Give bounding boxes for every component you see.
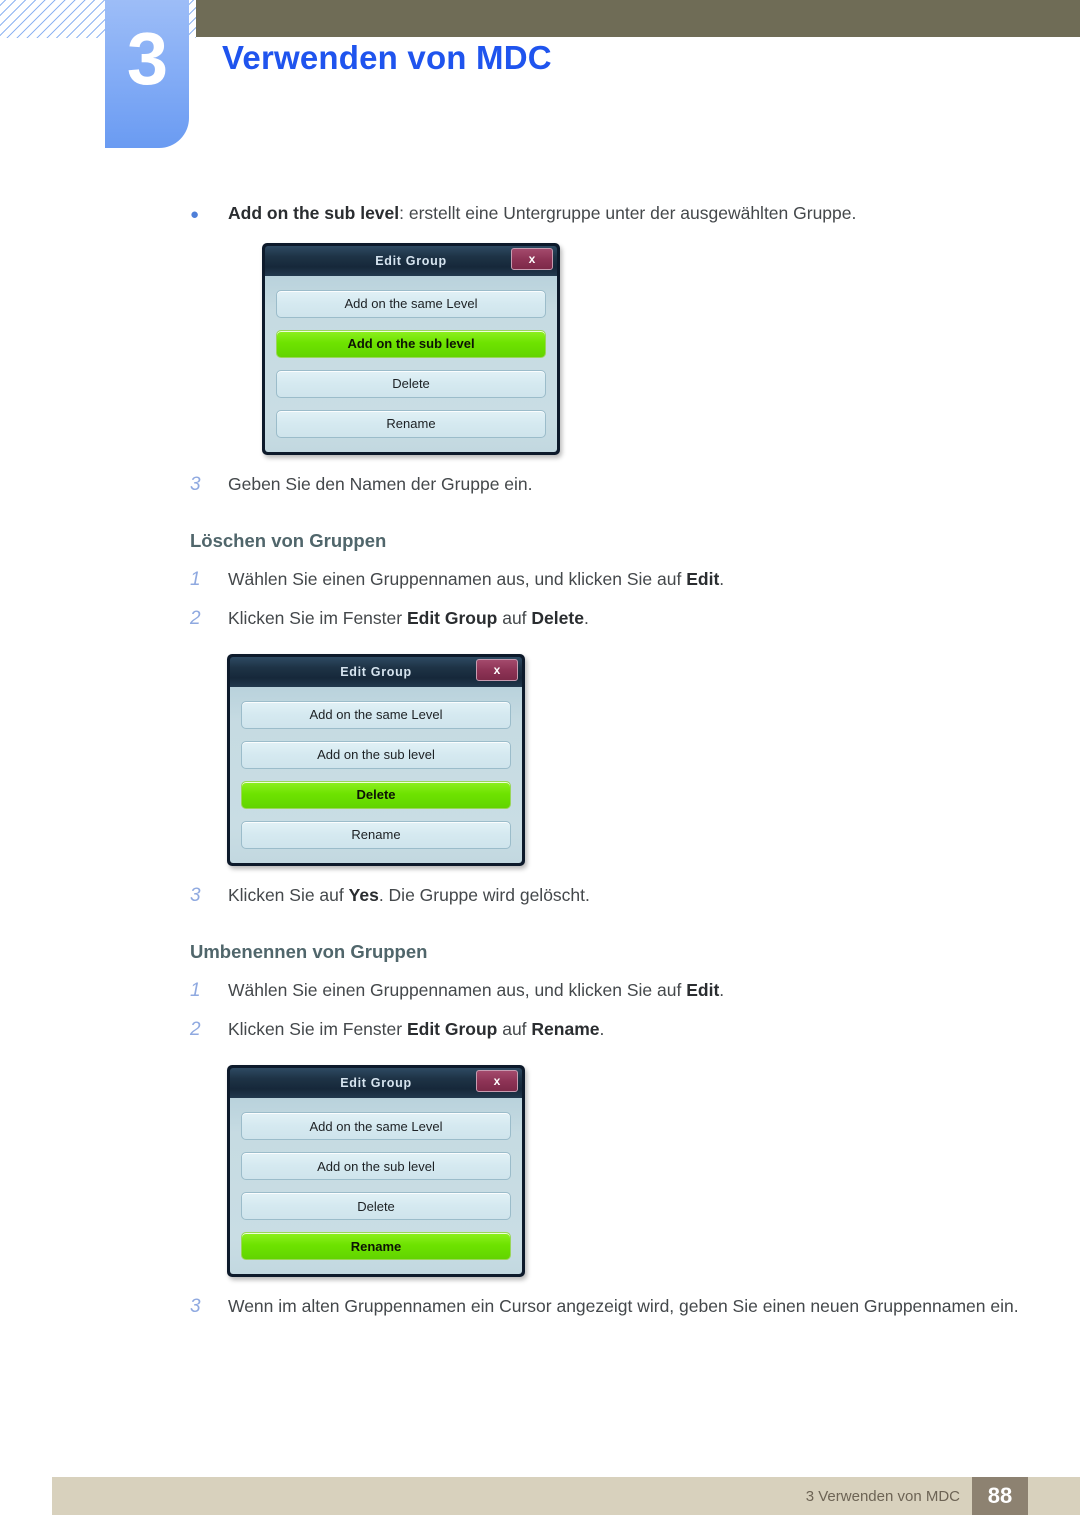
dialog-title: Edit Group [340,664,412,679]
button-rename[interactable]: Rename [276,409,546,438]
step-text-post: . [599,1019,605,1040]
section-heading-rename: Umbenennen von Gruppen [190,941,428,962]
button-delete[interactable]: Delete [241,780,511,809]
step-text-post: . [583,607,589,628]
dialog-wrapper-1: Edit Group x Add on the same Level Add o… [0,242,1080,455]
dialog-body: Add on the same Level Add on the sub lev… [265,275,557,452]
step-number: 1 [190,568,201,590]
step-number: 3 [190,473,201,495]
close-icon[interactable]: x [476,658,518,681]
chapter-tab: 3 [105,0,189,148]
button-rename[interactable]: Rename [241,1232,511,1261]
close-icon[interactable]: x [476,1070,518,1093]
step-row-delete-3: 3 Klicken Sie auf Yes. Die Gruppe wird g… [190,876,1030,915]
bullet-item-add-sub-level: ● Add on the sub level: erstellt eine Un… [190,200,1040,227]
step-text-pre: Wählen Sie einen Gruppennamen aus, und k… [228,568,687,589]
step-row-rename-3: 3 Wenn im alten Gruppennamen ein Cursor … [190,1287,1030,1326]
dialog-body: Add on the same Level Add on the sub lev… [230,686,522,863]
footer-chapter-label: 3 Verwenden von MDC [805,1487,960,1505]
step-row-delete-1: 1 Wählen Sie einen Gruppennamen aus, und… [190,560,1030,599]
step-text-bold2: Rename [531,1019,600,1040]
button-delete[interactable]: Delete [241,1192,511,1221]
header-bar [196,0,1080,37]
step-number: 2 [190,1019,201,1041]
step-text-bold: Yes [348,884,379,905]
step-text: Geben Sie den Namen der Gruppe ein. [228,473,533,494]
step-text-pre: Klicken Sie im Fenster [228,1019,407,1040]
step-row-rename-2: 2 Klicken Sie im Fenster Edit Group auf … [190,1010,1030,1049]
page-footer: 3 Verwenden von MDC 88 [52,1477,1080,1515]
step-row-delete-2: 2 Klicken Sie im Fenster Edit Group auf … [190,599,1030,638]
dialog-title: Edit Group [340,1076,412,1091]
button-add-on-same-level[interactable]: Add on the same Level [276,289,546,318]
step-text: Klicken Sie im Fenster Edit Group auf Re… [228,1016,604,1043]
step-text-bold: Edit [686,568,720,589]
page-number: 88 [972,1477,1028,1515]
edit-group-dialog-1[interactable]: Edit Group x Add on the same Level Add o… [262,242,560,455]
step-text: Wählen Sie einen Gruppennamen aus, und k… [228,977,724,1004]
bullet-bold-label: Add on the sub level [228,203,400,223]
dialog-title: Edit Group [375,253,447,268]
bullet-text: Add on the sub level: erstellt eine Unte… [228,200,856,226]
step-text-bold: Edit Group [406,1019,498,1040]
step-text-pre: Klicken Sie auf [228,884,349,905]
close-icon[interactable]: x [511,247,553,270]
step-text-bold2: Delete [531,607,584,628]
dialog-titlebar: Edit Group x [230,656,522,687]
dialog-titlebar: Edit Group x [230,1068,522,1099]
step-text: Wenn im alten Gruppennamen ein Cursor an… [228,1296,1019,1317]
button-add-on-sub-level[interactable]: Add on the sub level [241,740,511,769]
step-number: 3 [190,1296,201,1318]
chapter-number: 3 [126,17,168,100]
bullet-rest: : erstellt eine Untergruppe unter der au… [399,203,857,223]
dialog-body: Add on the same Level Add on the sub lev… [230,1098,522,1275]
bullet-marker-icon: ● [190,206,200,223]
page-title: Verwenden von MDC [222,39,552,76]
step-text-pre: Klicken Sie im Fenster [228,607,407,628]
section-heading-delete: Löschen von Gruppen [190,529,387,551]
step-text: Wählen Sie einen Gruppennamen aus, und k… [228,566,724,593]
step-text: Klicken Sie auf Yes. Die Gruppe wird gel… [228,882,590,909]
step-text-post: . Die Gruppe wird gelöscht. [378,884,590,905]
step-text-pre: Wählen Sie einen Gruppennamen aus, und k… [228,980,687,1000]
button-rename[interactable]: Rename [241,820,511,849]
button-add-on-same-level[interactable]: Add on the same Level [241,1112,511,1141]
step-number: 1 [190,980,201,1001]
edit-group-dialog-2[interactable]: Edit Group x Add on the same Level Add o… [227,653,525,866]
step-text-bold: Edit [686,980,720,1000]
step-text-mid: auf [497,1019,532,1040]
dialog-titlebar: Edit Group x [265,245,557,276]
button-delete[interactable]: Delete [276,369,546,398]
button-add-on-sub-level[interactable]: Add on the sub level [276,329,546,358]
button-add-on-same-level[interactable]: Add on the same Level [241,700,511,729]
step-text-post: . [719,568,725,589]
dialog-wrapper-2: Edit Group x Add on the same Level Add o… [0,653,1080,866]
step-row-add-3: 3 Geben Sie den Namen der Gruppe ein. [190,465,1030,504]
step-text: Klicken Sie im Fenster Edit Group auf De… [228,605,589,632]
dialog-wrapper-3: Edit Group x Add on the same Level Add o… [0,1065,1080,1278]
step-number: 2 [190,607,201,629]
step-number: 3 [190,884,201,906]
step-text-bold: Edit Group [406,607,498,628]
step-text-post: . [719,980,725,1000]
main-content: ● Add on the sub level: erstellt eine Un… [0,200,1080,1326]
step-row-rename-1: 1 Wählen Sie einen Gruppennamen aus, und… [190,971,1030,1010]
edit-group-dialog-3[interactable]: Edit Group x Add on the same Level Add o… [227,1065,525,1278]
button-add-on-sub-level[interactable]: Add on the sub level [241,1152,511,1181]
step-text-mid: auf [497,607,532,628]
